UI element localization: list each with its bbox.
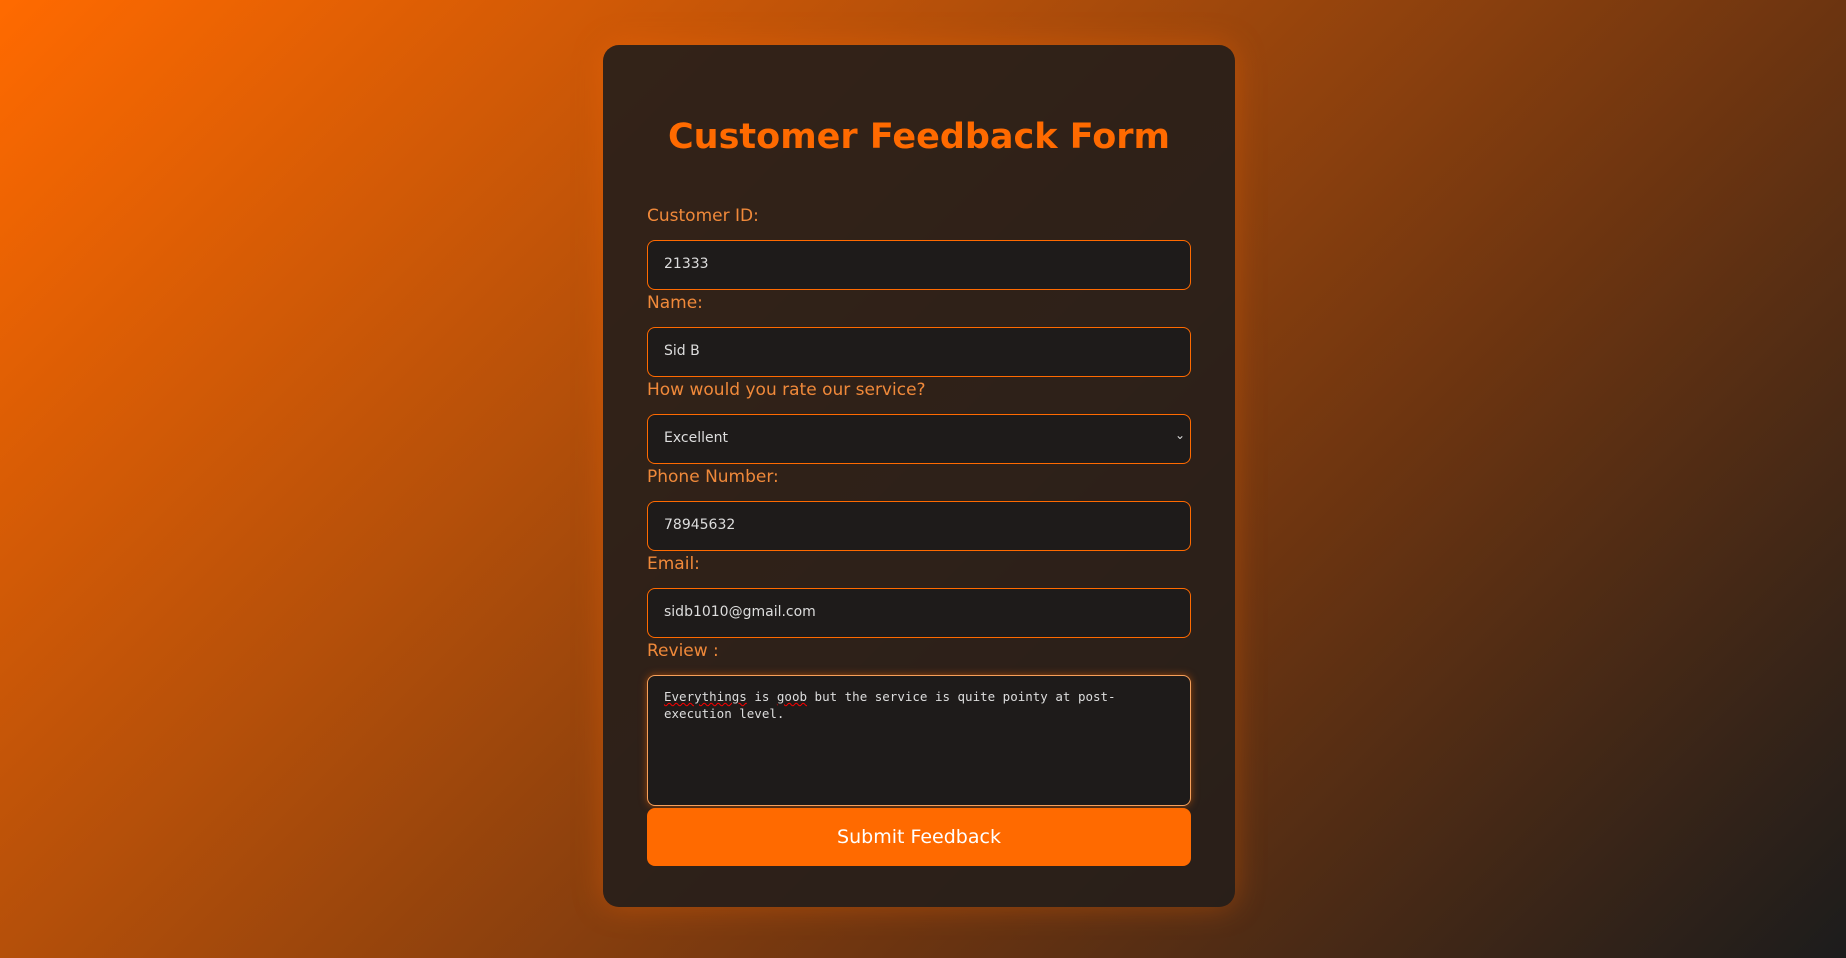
feedback-card: Customer Feedback Form Customer ID: 2133… — [603, 45, 1235, 907]
email-input[interactable]: sidb1010@gmail.com — [647, 588, 1191, 638]
misspelled-word: goob — [776, 689, 808, 704]
email-label: Email: — [647, 554, 700, 574]
page-title: Customer Feedback Form — [667, 117, 1171, 157]
review-textarea[interactable]: Everythings is goob but the service is q… — [647, 675, 1191, 806]
rating-select-value[interactable]: Excellent — [647, 414, 1191, 464]
phone-input[interactable]: 78945632 — [647, 501, 1191, 551]
rating-select[interactable]: Excellent ⌄ — [647, 414, 1191, 464]
review-label: Review : — [647, 641, 719, 661]
phone-label: Phone Number: — [647, 467, 779, 487]
chevron-down-icon: ⌄ — [1174, 428, 1185, 442]
misspelled-word: Everythings — [664, 689, 747, 704]
name-label: Name: — [647, 293, 703, 313]
feedback-form: Customer ID: 21333 Name: Sid B How would… — [647, 203, 1191, 866]
customer-id-label: Customer ID: — [647, 206, 759, 226]
name-input[interactable]: Sid B — [647, 327, 1191, 377]
rating-label: How would you rate our service? — [647, 380, 926, 400]
submit-feedback-button[interactable]: Submit Feedback — [647, 808, 1191, 866]
review-text: is — [746, 689, 777, 704]
customer-id-input[interactable]: 21333 — [647, 240, 1191, 290]
